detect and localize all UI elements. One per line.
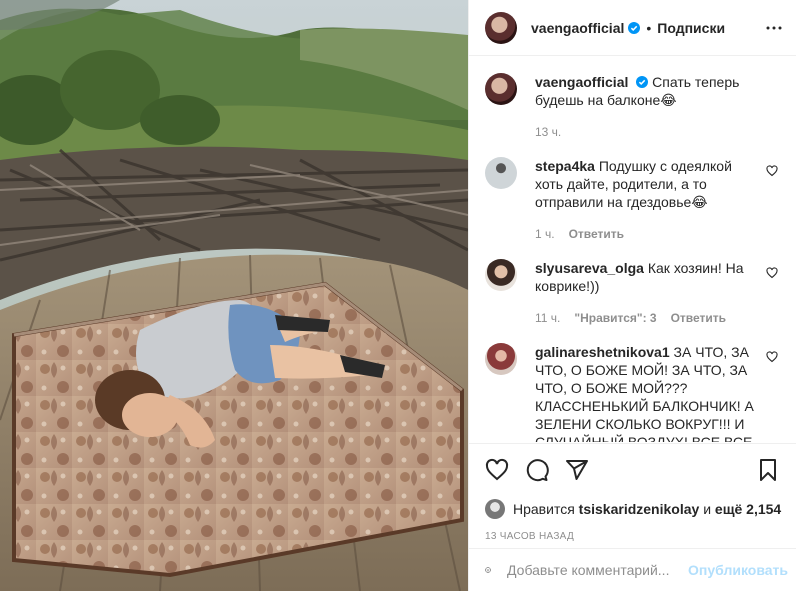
header-separator: • — [646, 19, 652, 36]
post-comment-button[interactable]: Опубликовать — [688, 562, 788, 578]
commenter-username[interactable]: galinareshetnikova1 — [535, 344, 670, 360]
author-username[interactable]: vaengaofficial — [531, 20, 624, 36]
post-header: vaengaofficial • Подписки — [469, 0, 796, 56]
photo-illustration — [0, 0, 468, 591]
likes-summary: Нравится tsiskaridzenikolay и ещё 2,154 — [485, 499, 784, 519]
caption-username[interactable]: vaengaofficial — [535, 74, 628, 90]
add-comment-bar: Опубликовать — [469, 548, 796, 591]
liker-username[interactable]: tsiskaridzenikolay — [579, 501, 700, 517]
caption-avatar[interactable] — [485, 73, 517, 105]
comment-likes[interactable]: "Нравится": 3 — [574, 309, 656, 327]
like-comment-icon[interactable] — [766, 351, 778, 363]
commenter-avatar[interactable] — [485, 259, 517, 291]
likes-prefix: Нравится — [513, 501, 575, 517]
post-photo[interactable] — [0, 0, 468, 591]
comments-list[interactable]: vaengaofficial Спать теперь будешь на ба… — [469, 57, 796, 442]
post-dialog: vaengaofficial • Подписки vaengaofficial… — [0, 0, 796, 591]
comment-item: slyusareva_olga Как хозяин! На коврике!)… — [485, 259, 780, 327]
comment-icon[interactable] — [525, 458, 549, 482]
more-icon — [766, 26, 782, 29]
author-avatar[interactable] — [485, 11, 517, 44]
commenter-username[interactable]: stepa4ka — [535, 158, 595, 174]
post-caption: vaengaofficial Спать теперь будешь на ба… — [485, 73, 780, 141]
liker-avatar[interactable] — [485, 499, 505, 519]
post-actions-bar — [469, 443, 796, 495]
comment-time[interactable]: 11 ч. — [535, 309, 560, 327]
like-comment-icon[interactable] — [766, 267, 778, 279]
likes-conj: и — [703, 501, 712, 517]
post-side-panel: vaengaofficial • Подписки vaengaofficial… — [468, 0, 796, 591]
share-icon[interactable] — [565, 458, 589, 482]
reply-button[interactable]: Ответить — [671, 309, 726, 327]
likes-count[interactable]: ещё 2,154 — [715, 501, 781, 517]
comment-time[interactable]: 1 ч. — [535, 225, 555, 243]
verified-icon — [628, 21, 641, 34]
commenter-avatar[interactable] — [485, 343, 517, 375]
comment-item: stepa4ka Подушку с одеялкой хоть дайте, … — [485, 157, 780, 243]
verified-icon — [636, 76, 649, 88]
heart-icon[interactable] — [485, 458, 509, 482]
like-comment-icon[interactable] — [766, 165, 778, 177]
more-options-button[interactable] — [762, 16, 786, 40]
comment-input[interactable] — [507, 562, 689, 578]
emoji-icon[interactable] — [485, 558, 491, 582]
commenter-avatar[interactable] — [485, 157, 517, 189]
reply-button[interactable]: Ответить — [569, 225, 624, 243]
following-button[interactable]: Подписки — [657, 20, 725, 36]
commenter-username[interactable]: slyusareva_olga — [535, 260, 644, 276]
post-timestamp[interactable]: 13 ЧАСОВ НАЗАД — [485, 531, 574, 542]
caption-time[interactable]: 13 ч. — [535, 123, 561, 141]
comment-item: galinareshetnikova1 ЗА ЧТО, ЗА ЧТО, О БО… — [485, 343, 780, 442]
bookmark-icon[interactable] — [756, 458, 780, 482]
